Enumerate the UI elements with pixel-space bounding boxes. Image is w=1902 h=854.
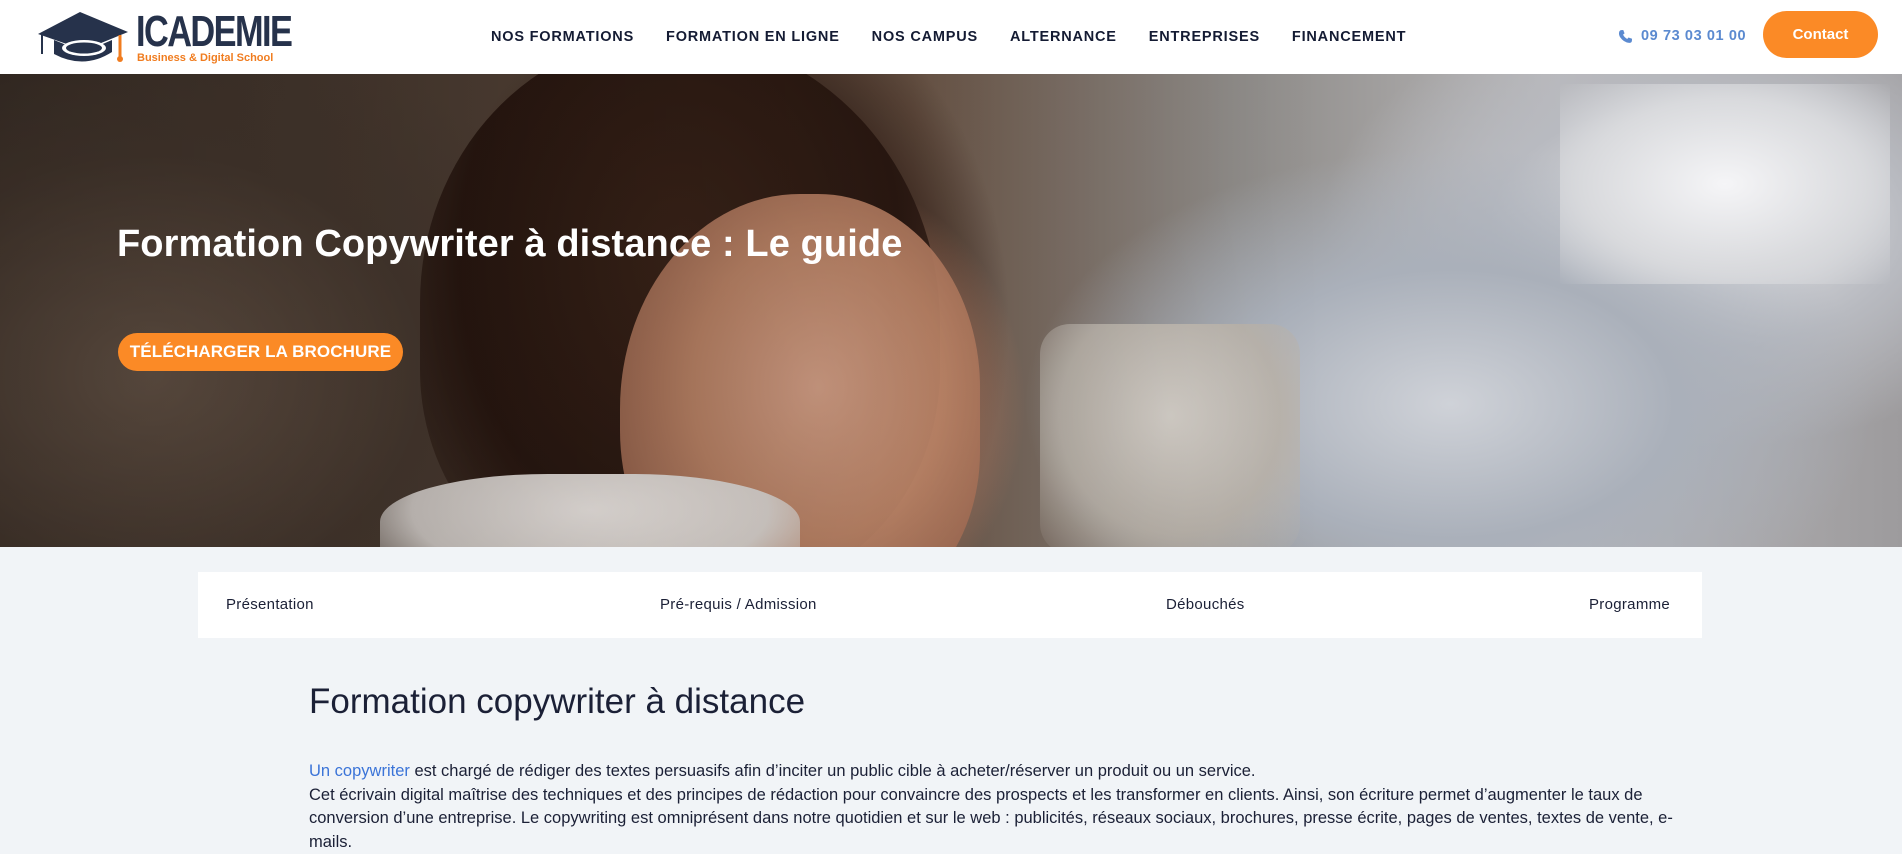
tab-debouches[interactable]: Débouchés — [1166, 596, 1245, 613]
hero-banner: Formation Copywriter à distance : Le gui… — [0, 74, 1902, 547]
intro-paragraph: Un copywriter est chargé de rédiger des … — [309, 760, 1689, 854]
nav-nos-campus[interactable]: NOS CAMPUS — [872, 29, 978, 51]
tab-prerequis-admission[interactable]: Pré-requis / Admission — [660, 596, 817, 613]
phone-number: 09 73 03 01 00 — [1641, 28, 1747, 44]
main-nav: NOS FORMATIONS FORMATION EN LIGNE NOS CA… — [491, 29, 1438, 51]
tab-presentation[interactable]: Présentation — [226, 596, 314, 613]
nav-alternance[interactable]: ALTERNANCE — [1010, 29, 1117, 51]
nav-formation-en-ligne[interactable]: FORMATION EN LIGNE — [666, 29, 840, 51]
download-brochure-button[interactable]: TÉLÉCHARGER LA BROCHURE — [118, 333, 403, 371]
nav-nos-formations[interactable]: NOS FORMATIONS — [491, 29, 634, 51]
section-tabs: Présentation Pré-requis / Admission Débo… — [198, 572, 1702, 638]
nav-entreprises[interactable]: ENTREPRISES — [1149, 29, 1260, 51]
nav-financement[interactable]: FINANCEMENT — [1292, 29, 1406, 51]
contact-button[interactable]: Contact — [1763, 11, 1878, 58]
phone-icon — [1618, 29, 1633, 43]
phone-link[interactable]: 09 73 03 01 00 — [1618, 28, 1746, 44]
hero-title: Formation Copywriter à distance : Le gui… — [117, 223, 903, 265]
icademie-logo[interactable]: ICADEMIE Business & Digital School — [36, 8, 293, 66]
tab-programme[interactable]: Programme — [1589, 596, 1670, 613]
logo-wordmark: ICADEMIE — [136, 7, 293, 56]
copywriter-link[interactable]: Un copywriter — [309, 762, 410, 780]
section-title: Formation copywriter à distance — [309, 682, 806, 721]
graduation-cap-logo-icon — [38, 12, 128, 62]
site-header: ICADEMIE Business & Digital School NOS F… — [0, 0, 1902, 74]
hero-overlay — [0, 74, 1902, 547]
logo-tagline: Business & Digital School — [137, 52, 274, 64]
intro-line-2: Cet écrivain digital maîtrise des techni… — [309, 785, 1673, 851]
intro-line-1: est chargé de rédiger des textes persuas… — [409, 762, 1256, 780]
